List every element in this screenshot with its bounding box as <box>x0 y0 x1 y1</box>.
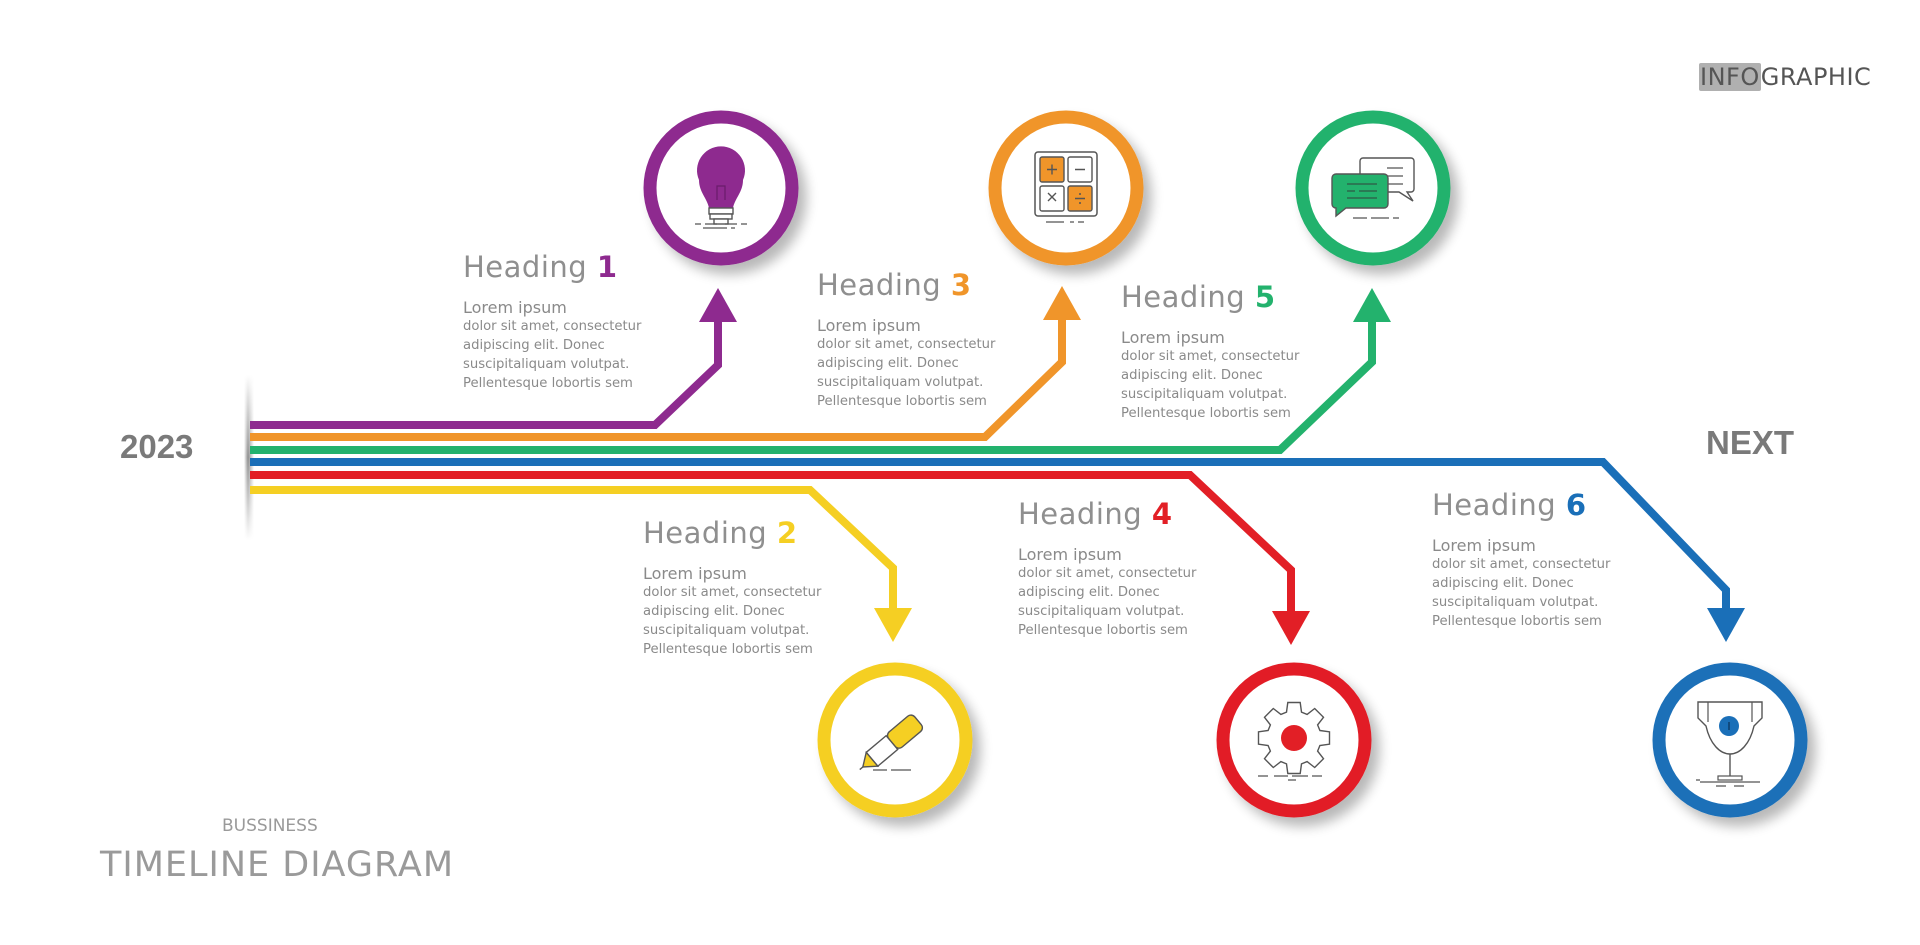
arrow-head-icon <box>1353 288 1391 322</box>
step-3-node <box>988 110 1144 266</box>
step-heading: Heading 4 <box>1018 497 1173 531</box>
step-body: dolor sit amet, consectetur adipiscing e… <box>817 337 996 409</box>
step-5-node <box>1295 110 1451 266</box>
infographic-label-rest: GRAPHIC <box>1760 63 1872 91</box>
step-number: 1 <box>596 250 618 284</box>
step-number: 6 <box>1565 488 1587 522</box>
arrow-head-icon <box>699 288 737 322</box>
step-2-text: Heading 2 Lorem ipsum dolor sit amet, co… <box>643 516 821 659</box>
step-6-text: Heading 6 Lorem ipsum dolor sit amet, co… <box>1432 488 1610 631</box>
step-4-text: Heading 4 Lorem ipsum dolor sit amet, co… <box>1018 497 1196 640</box>
infographic-label-highlight: INFO <box>1699 63 1761 91</box>
step-lead: Lorem ipsum <box>1018 545 1122 564</box>
step-lead: Lorem ipsum <box>1432 536 1536 555</box>
step-body: dolor sit amet, consectetur adipiscing e… <box>463 319 642 391</box>
step-6-node <box>1652 662 1808 818</box>
arrow-head-icon <box>1043 286 1081 320</box>
step-lead: Lorem ipsum <box>643 564 747 583</box>
step-lead: Lorem ipsum <box>1121 328 1225 347</box>
step-heading: Heading 1 <box>463 250 618 284</box>
step-heading: Heading 5 <box>1121 280 1276 314</box>
step-1-node <box>643 110 799 266</box>
step-2-node <box>817 662 973 818</box>
step-heading: Heading 2 <box>643 516 798 550</box>
step-number: 3 <box>950 268 972 302</box>
footer-subtitle: BUSSINESS <box>222 816 318 836</box>
step-number: 2 <box>776 516 798 550</box>
step-body: dolor sit amet, consectetur adipiscing e… <box>1432 557 1611 629</box>
step-number: 4 <box>1151 497 1173 531</box>
step-body: dolor sit amet, consectetur adipiscing e… <box>1018 566 1197 638</box>
infographic-label: INFOGRAPHIC <box>1699 63 1871 91</box>
step-5-text: Heading 5 Lorem ipsum dolor sit amet, co… <box>1121 280 1299 423</box>
arrow-head-icon <box>874 608 912 642</box>
step-body: dolor sit amet, consectetur adipiscing e… <box>1121 349 1300 421</box>
next-label: NEXT <box>1706 424 1795 461</box>
step-heading: Heading 3 <box>817 268 972 302</box>
arrow-head-icon <box>1707 608 1745 642</box>
step-heading: Heading 6 <box>1432 488 1587 522</box>
step-1-text: Heading 1 Lorem ipsum dolor sit amet, co… <box>463 250 641 393</box>
step-number: 5 <box>1254 280 1276 314</box>
step-3-text: Heading 3 Lorem ipsum dolor sit amet, co… <box>817 268 995 411</box>
step-body: dolor sit amet, consectetur adipiscing e… <box>643 585 822 657</box>
arrow-head-icon <box>1272 611 1310 645</box>
step-lead: Lorem ipsum <box>463 298 567 317</box>
step-lead: Lorem ipsum <box>817 316 921 335</box>
step-4-node <box>1216 662 1372 818</box>
start-marker <box>240 375 258 540</box>
footer-title: TIMELINE DIAGRAM <box>100 845 455 885</box>
start-year-label: 2023 <box>120 428 194 465</box>
timeline-diagram <box>240 110 1808 818</box>
node-ring <box>988 110 1144 266</box>
